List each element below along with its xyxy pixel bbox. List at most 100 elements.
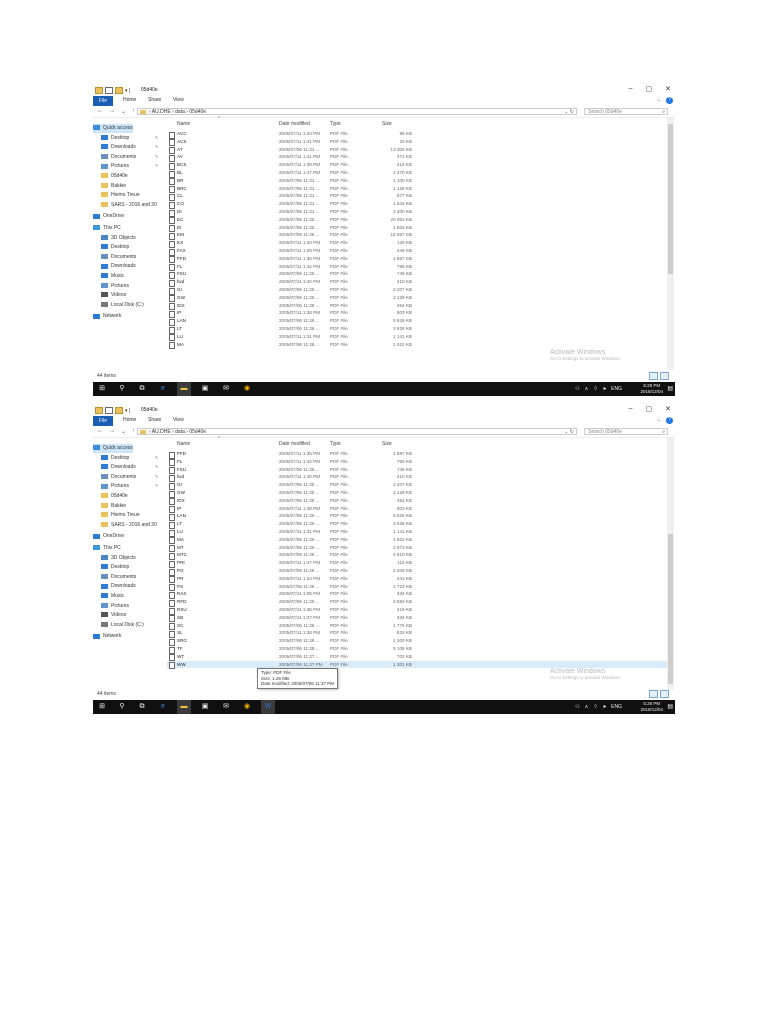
breadcrumb-data[interactable]: data [175, 429, 185, 435]
vertical-scrollbar[interactable] [667, 438, 674, 690]
address-bar[interactable]: › AU.DHE › data › 05d40e ⌄ ↻ [137, 108, 577, 115]
nav-item-desktop[interactable]: Desktop [101, 134, 129, 143]
task-view-icon[interactable]: ⧉ [135, 382, 149, 396]
nav-item-sars-2016-and-20[interactable]: SARS - 2016 and 20 [101, 521, 157, 530]
table-row[interactable]: BL 2005/07/11 1:47 PM PDF File 4 370 KB [167, 169, 667, 178]
nav-item-this-pc[interactable]: This PC [93, 224, 121, 233]
action-center-icon[interactable]: ▤ [667, 703, 673, 710]
table-row[interactable]: MA 2005/07/06 11:36 ... PDF File 1 922 KB [167, 341, 667, 350]
column-header-size[interactable]: Size [382, 121, 392, 127]
windows-start-icon[interactable]: ⊞ [95, 382, 109, 396]
expand-ribbon-icon[interactable]: ⌄ [657, 97, 661, 103]
table-row[interactable]: SL 2005/07/11 1:38 PM PDF File 832 KB [167, 629, 667, 638]
store-icon[interactable]: ▣ [198, 382, 212, 396]
table-row[interactable]: FL 2005/07/11 1:42 PM PDF File 755 KB [167, 263, 667, 272]
nav-item-pictures[interactable]: Pictures [101, 602, 129, 611]
table-row[interactable]: SC 2005/07/06 11:36 ... PDF File 1 775 KB [167, 622, 667, 631]
edge-icon[interactable]: e [156, 700, 170, 714]
nav-item-sars-2016-and-20[interactable]: SARS - 2016 and 20 [101, 201, 157, 210]
close-icon[interactable]: ✕ [665, 85, 671, 93]
details-view-icon[interactable] [649, 690, 658, 698]
nav-item-documents[interactable]: Documents [101, 473, 136, 482]
nav-item-downloads[interactable]: Downloads [101, 143, 136, 152]
table-row[interactable]: RSU 2005/07/11 1:36 PM PDF File 419 KB [167, 606, 667, 615]
nav-item-pictures[interactable]: Pictures [101, 282, 129, 291]
tab-view[interactable]: View [173, 97, 184, 103]
table-row[interactable]: IP 2005/07/11 1:38 PM PDF File 803 KB [167, 505, 667, 514]
nav-item-3d-objects[interactable]: 3D Objects [101, 234, 136, 243]
search-icon[interactable]: ⚲ [115, 382, 129, 396]
pin-icon[interactable]: ✎ [155, 455, 158, 460]
nav-item-music[interactable]: Music [101, 592, 124, 601]
close-icon[interactable]: ✕ [665, 405, 671, 413]
column-header-type[interactable]: Type [330, 441, 341, 447]
table-row[interactable]: MA 2005/07/06 11:36 ... PDF File 1 922 KB [167, 536, 667, 545]
expand-ribbon-icon[interactable]: ⌄ [657, 417, 661, 423]
nav-item-quick-access[interactable]: Quick access [93, 444, 133, 453]
nav-item-this-pc[interactable]: This PC [93, 544, 121, 553]
table-row[interactable]: GW 2005/07/06 11:35 ... PDF File 2 129 KB [167, 294, 667, 303]
breadcrumb-data[interactable]: data [175, 109, 185, 115]
minimize-icon[interactable]: – [629, 405, 633, 413]
table-row[interactable]: PR 2005/07/11 1:34 PM PDF File 441 KB [167, 575, 667, 584]
table-row[interactable]: IDX 2005/07/06 11:38 ... PDF File 454 KB [167, 497, 667, 506]
help-icon[interactable]: ? [666, 97, 673, 104]
properties-icon[interactable] [105, 87, 113, 94]
pin-icon[interactable]: ✎ [155, 163, 158, 168]
pin-icon[interactable]: ✎ [155, 483, 158, 488]
column-header-name[interactable]: Name [177, 441, 190, 447]
refresh-icon[interactable]: ⌄ ↻ [564, 109, 574, 116]
forward-icon[interactable]: → [109, 108, 115, 115]
details-view-icon[interactable] [649, 372, 658, 380]
vertical-scrollbar[interactable] [667, 118, 674, 370]
table-row[interactable]: FFD 2005/07/11 1:35 PM PDF File 1 867 KB [167, 450, 667, 459]
customize-toolbar-icon[interactable]: ▾ | [125, 88, 130, 94]
pin-icon[interactable]: ✎ [155, 135, 158, 140]
breadcrumb-au-dhe[interactable]: AU.DHE [152, 429, 171, 435]
nav-item-local-disk-c[interactable]: Local Disk (C:) [101, 621, 144, 630]
pin-icon[interactable]: ✎ [155, 144, 158, 149]
large-icons-view-icon[interactable] [660, 372, 669, 380]
scrollbar-thumb[interactable] [668, 124, 673, 274]
volume-icon[interactable]: 🕪 [603, 704, 606, 710]
tab-file[interactable]: File [93, 416, 113, 426]
nav-item-documents[interactable]: Documents [101, 573, 136, 582]
table-row[interactable]: MTC 2005/07/06 11:36 ... PDF File 4 610 KB [167, 551, 667, 560]
nav-item-videos[interactable]: Videos [101, 611, 126, 620]
table-row[interactable]: EM 2005/07/06 11:35 ... PDF File 12 067 KB [167, 231, 667, 240]
nav-item-05d40e[interactable]: 05d40e [101, 172, 128, 181]
new-folder-icon[interactable] [115, 87, 123, 94]
tab-file[interactable]: File [93, 96, 113, 106]
nav-item-documents[interactable]: Documents [101, 153, 136, 162]
table-row[interactable]: GI 2005/07/06 11:35 ... PDF File 2 207 KB [167, 286, 667, 295]
minimize-icon[interactable]: – [629, 85, 633, 93]
network-icon[interactable]: ⌔ [593, 386, 598, 392]
nav-item-onedrive[interactable]: OneDrive [93, 532, 124, 541]
store-icon[interactable]: ▣ [198, 700, 212, 714]
table-row[interactable]: LAN 2005/07/06 11:36 ... PDF File 5 825 KB [167, 512, 667, 521]
nav-item-3d-objects[interactable]: 3D Objects [101, 554, 136, 563]
tab-view[interactable]: View [173, 417, 184, 423]
nav-item-heimo-treue[interactable]: Heimo Treue [101, 191, 140, 200]
table-row[interactable]: BR 2005/07/06 11:31 ... PDF File 1 100 KB [167, 177, 667, 186]
table-row[interactable]: BRC 2005/07/06 11:31 ... PDF File 1 128 KB [167, 185, 667, 194]
table-row[interactable]: TF 2005/07/06 11:38 ... PDF File 5 105 KB [167, 645, 667, 654]
column-header-size[interactable]: Size [382, 441, 392, 447]
table-row[interactable]: FFD 2005/07/11 1:35 PM PDF File 1 867 KB [167, 255, 667, 264]
table-row[interactable]: FAX 2005/07/11 1:25 PM PDF File 445 KB [167, 247, 667, 256]
large-icons-view-icon[interactable] [660, 690, 669, 698]
nav-item-bakkie[interactable]: Bakkie [101, 502, 126, 511]
word-icon[interactable]: W [261, 700, 275, 714]
file-explorer-icon[interactable]: ▬ [177, 700, 191, 714]
nav-item-local-disk-c[interactable]: Local Disk (C:) [101, 301, 144, 310]
help-icon[interactable]: ? [666, 417, 673, 424]
column-header-date[interactable]: Date modified [279, 121, 310, 127]
table-row[interactable]: AT 2005/07/06 11:31 ... PDF File 13 302 KB [167, 146, 667, 155]
table-row[interactable]: fwd 2005/07/11 1:40 PM PDF File 410 KB [167, 278, 667, 287]
nav-item-quick-access[interactable]: Quick access [93, 124, 133, 133]
table-row[interactable]: FSU 2005/07/06 11:35 ... PDF File 746 KB [167, 270, 667, 279]
table-row[interactable]: ACC 2005/07/11 1:33 PM PDF File 98 KB [167, 130, 667, 139]
table-row[interactable]: PG 2005/07/06 11:28 ... PDF File 2 205 KB [167, 567, 667, 576]
customize-toolbar-icon[interactable]: ▾ | [125, 408, 130, 414]
table-row[interactable]: EC 2005/07/06 11:35 ... PDF File 20 052 KB [167, 216, 667, 225]
